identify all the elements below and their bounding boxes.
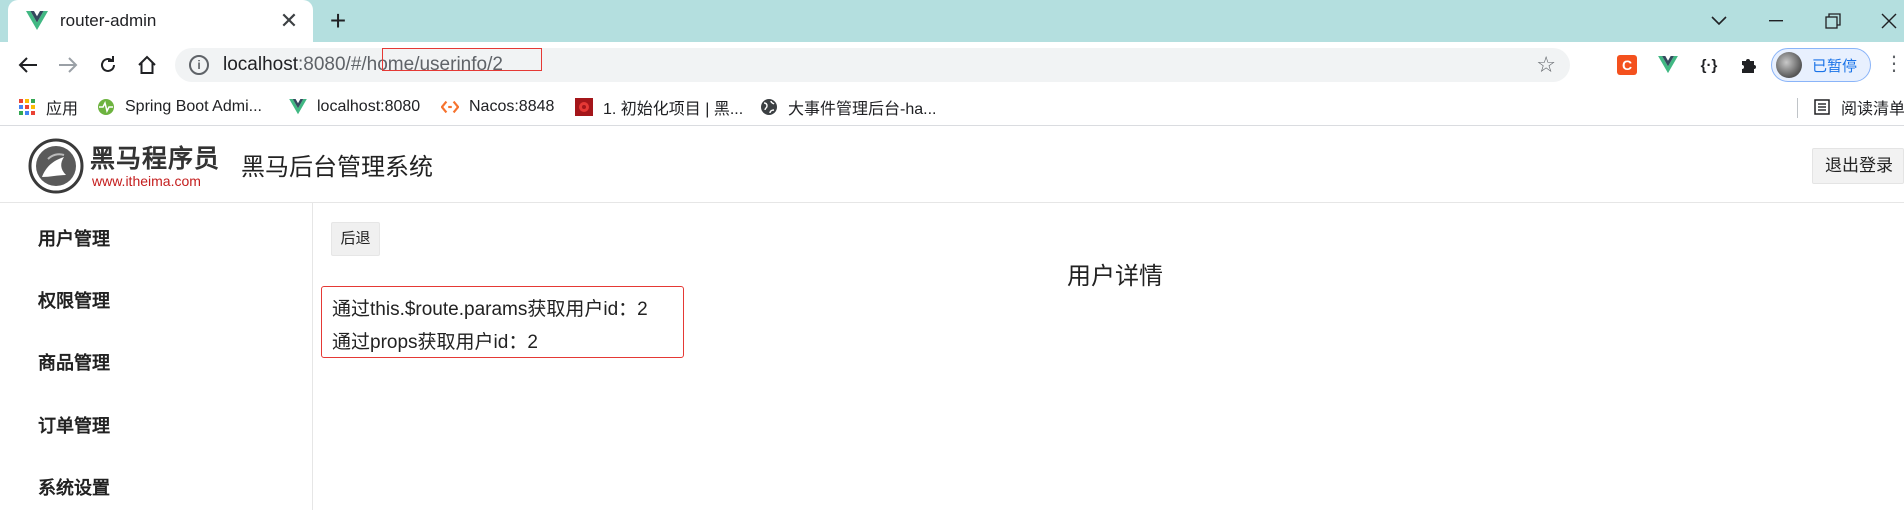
browser-tab-strip: router-admin ✕ +: [0, 0, 1904, 42]
profile-button[interactable]: 已暂停: [1771, 48, 1871, 82]
browser-menu-icon[interactable]: ⋮: [1884, 54, 1904, 74]
vue-logo-icon: [26, 10, 48, 32]
avatar: [1776, 52, 1802, 78]
sidebar-item-permissions[interactable]: 权限管理: [38, 287, 110, 313]
logo-url-text: www.itheima.com: [92, 173, 201, 189]
minimize-icon[interactable]: [1761, 6, 1791, 36]
globe-icon: [760, 98, 778, 116]
sidebar-item-products[interactable]: 商品管理: [38, 349, 110, 375]
new-tab-button[interactable]: +: [325, 7, 351, 35]
red-square-icon: [575, 98, 593, 116]
bookmark-label: Nacos:8848: [469, 98, 555, 115]
user-detail-box: 通过this.$route.params获取用户id：2 通过props获取用户…: [321, 286, 684, 358]
logo-brand-text: 黑马程序员: [90, 145, 221, 173]
browser-toolbar: i localhost:8080/#/home/userinfo/2 ☆ C {…: [0, 42, 1904, 88]
bookmark-label: 应用: [46, 101, 79, 118]
svg-text:C: C: [1622, 57, 1632, 73]
bookmarks-bar: 应用 Spring Boot Admi... localhost:8080 Na…: [0, 88, 1904, 126]
bookmark-label: 阅读清单: [1841, 101, 1904, 118]
props-id-text: 通过props获取用户id：2: [332, 332, 538, 353]
bookmark-label: 大事件管理后台-ha...: [788, 101, 937, 118]
bookmark-label: localhost:8080: [317, 98, 421, 115]
pulse-icon: [97, 98, 115, 116]
reload-icon[interactable]: [92, 49, 124, 81]
back-arrow-icon[interactable]: [12, 49, 44, 81]
sidebar: 用户管理 权限管理 商品管理 订单管理 系统设置: [0, 203, 313, 510]
reading-list-icon: [1813, 98, 1831, 116]
vue-logo-icon: [289, 98, 307, 116]
puzzle-extensions-icon[interactable]: [1735, 51, 1763, 79]
bookmark-nacos[interactable]: Nacos:8848: [441, 96, 554, 118]
bookmark-label: 1. 初始化项目 | 黑...: [603, 101, 744, 118]
bookmark-apps[interactable]: 应用: [18, 96, 78, 118]
bookmark-localhost[interactable]: localhost:8080: [289, 96, 420, 118]
itheima-logo: 黑马程序员 www.itheima.com: [28, 137, 221, 195]
bookmark-spring-boot-admin[interactable]: Spring Boot Admi...: [97, 96, 262, 118]
home-icon[interactable]: [131, 49, 163, 81]
site-info-icon[interactable]: i: [189, 55, 209, 75]
json-viewer-icon[interactable]: {·}: [1695, 51, 1723, 79]
bookmarks-divider: [1797, 98, 1798, 118]
sidebar-item-users[interactable]: 用户管理: [38, 225, 110, 251]
bookmark-big-event[interactable]: 大事件管理后台-ha...: [760, 96, 936, 118]
restore-icon[interactable]: [1818, 6, 1848, 36]
back-button[interactable]: 后退: [331, 222, 380, 256]
url-host: localhost: [223, 54, 298, 75]
tab-title: router-admin: [60, 11, 157, 30]
sidebar-item-orders[interactable]: 订单管理: [38, 412, 110, 438]
page-title: 用户详情: [1067, 263, 1163, 290]
close-tab-icon[interactable]: ✕: [277, 9, 301, 33]
app-title: 黑马后台管理系统: [241, 154, 433, 181]
close-window-icon[interactable]: [1874, 6, 1904, 36]
red-c-extension-icon[interactable]: C: [1613, 51, 1641, 79]
url-annotation-box: [382, 48, 542, 71]
tab-search-chevron-icon[interactable]: [1704, 6, 1734, 36]
apps-grid-icon: [18, 98, 36, 116]
sidebar-item-settings[interactable]: 系统设置: [38, 474, 110, 500]
profile-status-label: 已暂停: [1812, 57, 1858, 75]
browser-tab[interactable]: router-admin ✕: [8, 0, 313, 42]
route-params-id-text: 通过this.$route.params获取用户id：2: [332, 299, 648, 320]
vue-devtools-icon[interactable]: [1654, 51, 1682, 79]
nacos-icon: [441, 98, 459, 116]
bookmark-init-project[interactable]: 1. 初始化项目 | 黑...: [575, 96, 743, 118]
bookmark-star-icon[interactable]: ☆: [1536, 52, 1556, 78]
bookmark-label: Spring Boot Admi...: [125, 98, 262, 115]
logout-button[interactable]: 退出登录: [1812, 148, 1904, 184]
reading-list[interactable]: 阅读清单: [1813, 96, 1904, 118]
forward-arrow-icon[interactable]: [52, 49, 84, 81]
app-header: 黑马程序员 www.itheima.com 黑马后台管理系统 退出登录: [0, 127, 1904, 203]
